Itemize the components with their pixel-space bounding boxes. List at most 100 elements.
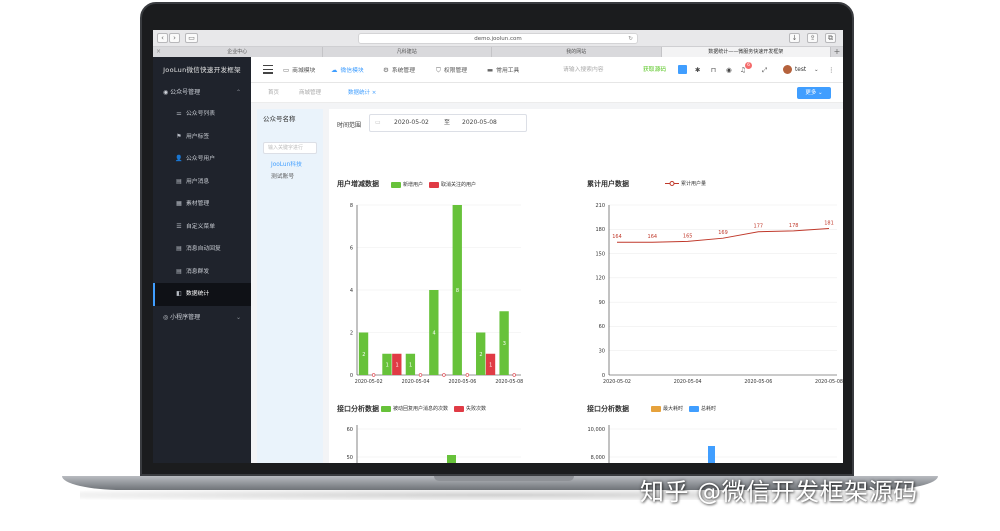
- tree-filter-input[interactable]: 输入关键字进行: [263, 142, 317, 154]
- tag-current[interactable]: 数据统计 ×: [348, 83, 376, 103]
- browser-tab-active[interactable]: 数据统计——微服务快速开发框架: [661, 47, 831, 57]
- menu-group-label: 小程序管理: [170, 313, 201, 321]
- sidebar-item[interactable]: ▤ 消息自动回复: [153, 238, 251, 261]
- eye-icon[interactable]: ◉: [726, 57, 732, 83]
- flag-icon: ⚑: [176, 132, 182, 140]
- reply-icon: ▤: [176, 245, 182, 252]
- sidebar-item[interactable]: ⚑ 用户标签: [153, 126, 251, 149]
- sidebar-item[interactable]: ⚌ 公众号列表: [153, 103, 251, 126]
- more-vertical-icon[interactable]: ⋮: [828, 57, 835, 83]
- header-search[interactable]: 请输入搜索内容: [563, 57, 604, 83]
- browser-tab[interactable]: 我的网站: [492, 47, 662, 57]
- bell-icon[interactable]: ♫: [740, 57, 746, 83]
- header-nav-item[interactable]: ▭ 商城模块: [283, 57, 315, 83]
- header-nav-item[interactable]: ☁ 微信模块: [331, 57, 364, 83]
- cumulative-user-chart: 0 30 60 90 120 150 180 210 164 164 165 169 177 178 181…: [595, 203, 843, 385]
- tag-mall[interactable]: 商城管理: [299, 83, 321, 103]
- y-tick-label: 8,000: [591, 455, 605, 461]
- sidebar-item[interactable]: ☰ 自定义菜单: [153, 216, 251, 239]
- lock-icon[interactable]: ⊓: [711, 57, 716, 83]
- download-icon[interactable]: ↓: [789, 33, 800, 43]
- legend-label[interactable]: 新增用户: [403, 181, 423, 188]
- interface-time-chart: 8,000 10,000: [588, 425, 837, 463]
- bar: [447, 455, 456, 463]
- stats-icon: ◧: [176, 290, 182, 297]
- hamburger-icon[interactable]: [263, 65, 273, 74]
- legend-label[interactable]: 总耗时: [701, 405, 716, 412]
- chevron-down-icon: ⌄: [235, 313, 241, 321]
- bar-data-label: 8: [456, 288, 459, 294]
- chart-legend: 最大耗时 总耗时: [651, 405, 716, 412]
- chevron-up-icon: ⌃: [235, 89, 241, 96]
- y-tick-label: 10,000: [588, 427, 606, 433]
- tag-home[interactable]: 首页: [268, 83, 279, 103]
- message-icon: ▤: [176, 177, 182, 185]
- browser-tab-label: 我的网站: [566, 49, 587, 55]
- sidebar-item[interactable]: ▤ 用户消息: [153, 171, 251, 194]
- bar-data-label: 1: [386, 362, 389, 368]
- y-tick-label: 180: [595, 227, 605, 233]
- y-tick-label: 2: [350, 330, 353, 336]
- laptop-notch: [434, 476, 574, 481]
- header-nav-item[interactable]: ⚙ 系统管理: [383, 57, 415, 83]
- browser-tab[interactable]: 凡科建站: [323, 47, 492, 57]
- address-bar[interactable]: demo.joolun.com ↻: [358, 33, 638, 44]
- reload-icon[interactable]: ↻: [628, 34, 633, 44]
- legend-label[interactable]: 最大耗时: [663, 405, 683, 412]
- more-button[interactable]: 更多 ⌄: [797, 87, 831, 99]
- chart-title: 累计用户数据: [587, 180, 629, 188]
- legend-swatch: [391, 181, 401, 188]
- sidebar-item[interactable]: 👤 公众号用户: [153, 148, 251, 171]
- date-end[interactable]: 2020-05-08: [462, 115, 497, 131]
- new-tab-icon[interactable]: +: [831, 47, 843, 57]
- sidebar-toggle-icon[interactable]: ▭: [185, 33, 198, 43]
- browser-tab[interactable]: × 企业中心: [153, 47, 323, 57]
- app-header: ▭ 商城模块 ☁ 微信模块 ⚙ 系统管理 ⛉ 权限管理 ▬ 常用工具 请输入搜索内容 获取源码 ✱…: [251, 57, 843, 83]
- shop-icon: ▭: [283, 66, 290, 74]
- share-icon[interactable]: ⇪: [807, 33, 818, 43]
- sidebar-item-label: 公众号用户: [186, 156, 215, 162]
- sidebar-item[interactable]: ▦ 素材管理: [153, 193, 251, 216]
- avatar[interactable]: [783, 65, 792, 74]
- zero-marker: [512, 373, 516, 377]
- tabs-icon[interactable]: ⧉: [825, 33, 836, 43]
- sidebar-item-label: 消息群发: [186, 268, 210, 275]
- legend-swatch: [651, 405, 661, 412]
- x-tick-label: 2020-05-08: [815, 379, 843, 385]
- chart-title: 接口分析数据: [337, 405, 379, 413]
- back-button[interactable]: ‹: [157, 33, 168, 43]
- get-source-link[interactable]: 获取源码: [643, 57, 666, 83]
- forward-button[interactable]: ›: [169, 33, 180, 43]
- menu-group-miniprogram[interactable]: ◎ 小程序管理 ⌄: [153, 306, 251, 330]
- account-item-selected[interactable]: JooLun科技: [271, 159, 302, 168]
- app-sidebar: JooLun微信快速开发框架 ◉ 公众号管理 ⌃ ⚌ 公众号列表 ⚑ 用户标签 👤 公众号…: [153, 57, 251, 463]
- username[interactable]: test: [795, 57, 806, 83]
- url-text: demo.joolun.com: [474, 36, 522, 42]
- y-tick-label: 60: [347, 427, 353, 433]
- zero-marker: [418, 373, 423, 377]
- date-range-picker[interactable]: ▭ 2020-05-02 至 2020-05-08: [369, 114, 527, 132]
- account-item[interactable]: 测试账号: [271, 171, 294, 180]
- time-range-label: 时间范围: [337, 122, 362, 129]
- chart-legend: 新增用户 取消关注的用户: [391, 181, 476, 188]
- legend-label[interactable]: 取消关注的用户: [441, 181, 476, 188]
- fullscreen-icon[interactable]: ⤢: [762, 57, 767, 83]
- bug-icon[interactable]: ✱: [695, 57, 700, 83]
- legend-label[interactable]: 被动回复用户消息的次数: [393, 405, 448, 412]
- date-start[interactable]: 2020-05-02: [394, 115, 429, 131]
- header-nav-item[interactable]: ⛉ 权限管理: [436, 57, 467, 83]
- menu-group-wechat[interactable]: ◉ 公众号管理 ⌃: [153, 83, 251, 103]
- chevron-down-icon[interactable]: ⌄: [814, 57, 819, 83]
- chart-title: 用户增减数据: [337, 180, 379, 188]
- legend-label[interactable]: 失败次数: [466, 405, 486, 412]
- sidebar-item[interactable]: ▤ 消息群发: [153, 261, 251, 284]
- menu-group-label: 公众号管理: [170, 89, 201, 96]
- menu-icon: ☰: [176, 222, 182, 230]
- legend-label[interactable]: 累计用户量: [681, 180, 706, 187]
- sidebar-item-label: 消息自动回复: [186, 246, 221, 252]
- sidebar-item[interactable]: ◧ 数据统计: [153, 283, 251, 306]
- close-tab-icon[interactable]: ×: [156, 47, 161, 57]
- header-nav-item[interactable]: ▬ 常用工具: [487, 57, 519, 83]
- wechat-icon: ☁: [331, 66, 338, 74]
- theme-icon[interactable]: [678, 65, 687, 74]
